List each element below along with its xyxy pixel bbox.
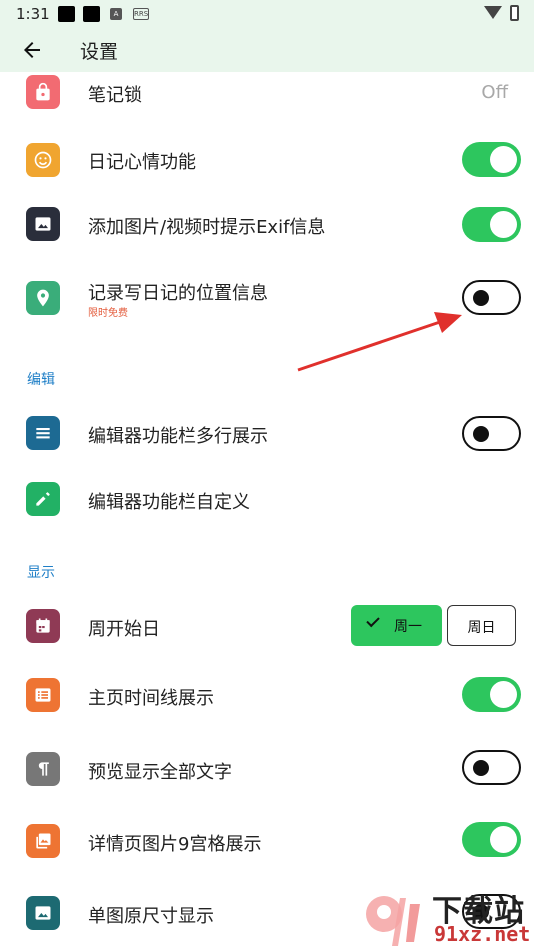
section-header-edit: 编辑 (27, 372, 55, 388)
setting-preview-full-text[interactable]: 预览显示全部文字 (0, 750, 534, 790)
home-timeline-toggle[interactable] (462, 677, 521, 712)
toolbar-multiline-toggle[interactable] (462, 416, 521, 451)
option-label: 周日 (467, 620, 496, 636)
image-icon (26, 896, 60, 930)
option-label: 周一 (394, 619, 422, 635)
exif-toggle[interactable] (462, 207, 521, 242)
pencil-icon (26, 482, 60, 516)
setting-toolbar-customize[interactable]: 编辑器功能栏自定义 (0, 480, 534, 520)
battery-icon (510, 5, 519, 21)
week-start-monday-button[interactable]: 周一 (351, 605, 442, 646)
setting-exif[interactable]: 添加图片/视频时提示Exif信息 (0, 204, 534, 248)
notification-icon (58, 6, 75, 22)
setting-label: 主页时间线展示 (88, 688, 214, 709)
list-icon (26, 678, 60, 712)
setting-label: 编辑器功能栏自定义 (88, 492, 250, 513)
notification-icon (83, 6, 100, 22)
menu-lines-icon (26, 416, 60, 450)
setting-label: 笔记锁 (88, 85, 142, 106)
notification-badge-icon: RRS (133, 8, 149, 20)
location-pin-icon (26, 281, 60, 315)
week-start-sunday-button[interactable]: 周日 (447, 605, 516, 646)
setting-toolbar-multiline[interactable]: 编辑器功能栏多行展示 (0, 414, 534, 454)
paragraph-icon (26, 752, 60, 786)
wifi-icon (484, 6, 502, 19)
status-time: 1:31 (16, 5, 50, 23)
setting-label: 日记心情功能 (88, 152, 196, 173)
location-toggle[interactable] (462, 280, 521, 315)
lock-icon (26, 75, 60, 109)
setting-week-start: 周开始日 周一 周日 (0, 604, 534, 648)
setting-mood[interactable]: 日记心情功能 (0, 138, 534, 182)
image-icon (26, 207, 60, 241)
page-title: 设置 (80, 41, 119, 63)
setting-value: Off (481, 82, 508, 103)
watermark-url: 91xz.net (434, 922, 531, 946)
setting-label: 记录写日记的位置信息 (88, 283, 268, 304)
setting-label: 详情页图片9宫格展示 (88, 834, 262, 855)
status-bar: 1:31 A RRS (0, 0, 534, 28)
setting-location[interactable]: 记录写日记的位置信息 限时免费 (0, 278, 534, 328)
setting-label: 添加图片/视频时提示Exif信息 (88, 217, 326, 238)
setting-label: 预览显示全部文字 (88, 762, 232, 783)
setting-note-lock[interactable]: 笔记锁 Off (0, 72, 534, 112)
free-tag: 限时免费 (88, 308, 128, 319)
setting-detail-grid[interactable]: 详情页图片9宫格展示 (0, 822, 534, 862)
smiley-icon (26, 143, 60, 177)
setting-label: 单图原尺寸显示 (88, 906, 214, 927)
app-bar: 设置 (0, 28, 534, 72)
check-icon (366, 613, 380, 628)
setting-label: 周开始日 (88, 619, 160, 640)
watermark: 下载站 91xz.net (362, 888, 534, 950)
back-arrow-icon[interactable] (20, 38, 44, 62)
setting-label: 编辑器功能栏多行展示 (88, 426, 268, 447)
preview-full-text-toggle[interactable] (462, 750, 521, 785)
setting-home-timeline[interactable]: 主页时间线展示 (0, 676, 534, 716)
mood-toggle[interactable] (462, 142, 521, 177)
notification-badge-icon: A (110, 8, 122, 20)
watermark-logo-icon (366, 896, 420, 946)
gallery-icon (26, 824, 60, 858)
section-header-display: 显示 (27, 565, 55, 581)
calendar-icon (26, 609, 60, 643)
detail-grid-toggle[interactable] (462, 822, 521, 857)
